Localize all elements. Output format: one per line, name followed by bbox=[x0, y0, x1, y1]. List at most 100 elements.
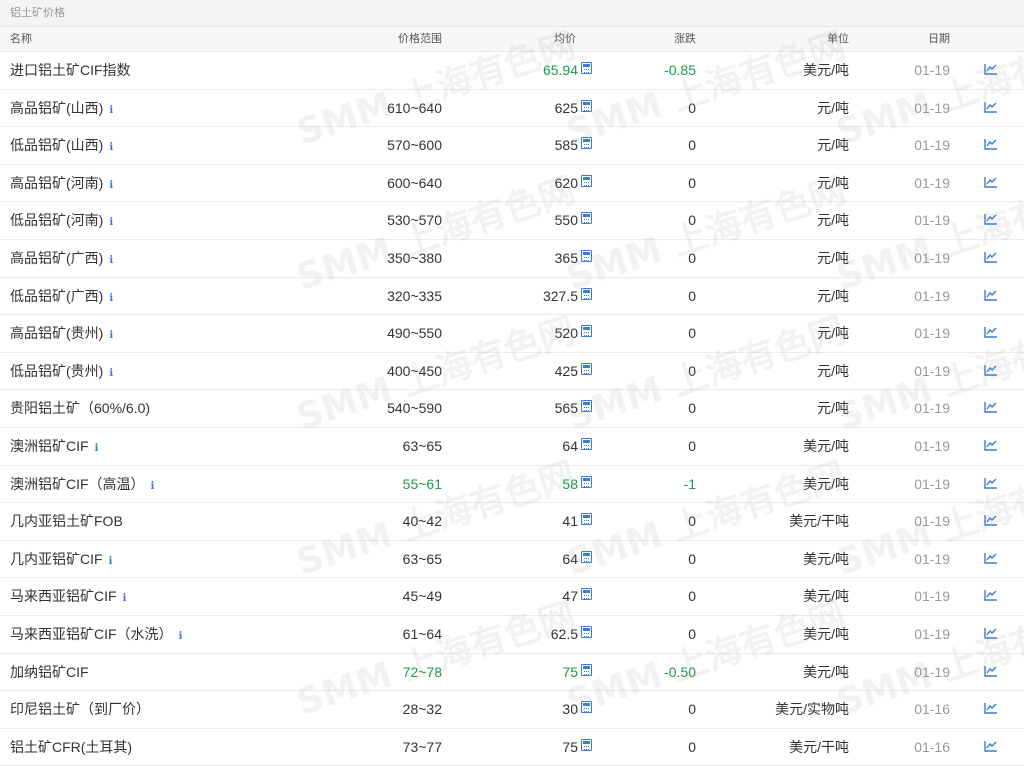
commodity-name-label[interactable]: 贵阳铝土矿（60%/6.0) bbox=[10, 400, 150, 416]
commodity-name-label[interactable]: 低品铝矿(河南) bbox=[10, 212, 103, 228]
calculator-icon[interactable] bbox=[581, 513, 592, 526]
table-row[interactable]: 澳洲铝矿CIF i 63~65 64 0 美元/吨 01-19 bbox=[0, 428, 1024, 466]
trend-chart-icon[interactable] bbox=[984, 165, 998, 202]
calculator-icon[interactable] bbox=[581, 400, 592, 413]
table-row[interactable]: 高品铝矿(山西) i 610~640 625 0 元/吨 01-19 bbox=[0, 90, 1024, 128]
commodity-name-label[interactable]: 低品铝矿(山西) bbox=[10, 137, 103, 153]
trend-chart-icon[interactable] bbox=[984, 353, 998, 390]
commodity-name-label[interactable]: 高品铝矿(河南) bbox=[10, 175, 103, 191]
table-row[interactable]: 印尼铝土矿（到厂价） 28~32 30 0 美元/实物吨 01-16 bbox=[0, 691, 1024, 729]
commodity-name[interactable]: 几内亚铝矿CIF i bbox=[10, 541, 112, 581]
calculator-icon[interactable] bbox=[581, 249, 592, 262]
info-icon[interactable]: i bbox=[109, 180, 113, 191]
table-row[interactable]: 马来西亚铝矿CIF（水洗） i 61~64 62.5 0 美元/吨 01-19 bbox=[0, 616, 1024, 654]
commodity-name[interactable]: 低品铝矿(河南) i bbox=[10, 202, 113, 242]
commodity-name[interactable]: 铝土矿CFR(土耳其) bbox=[10, 729, 132, 766]
trend-chart-icon[interactable] bbox=[984, 278, 998, 315]
calculator-icon[interactable] bbox=[581, 99, 592, 112]
calculator-icon[interactable] bbox=[581, 663, 592, 676]
commodity-name-label[interactable]: 低品铝矿(广西) bbox=[10, 288, 103, 304]
commodity-name-label[interactable]: 几内亚铝土矿FOB bbox=[10, 513, 123, 529]
info-icon[interactable]: i bbox=[109, 105, 113, 116]
commodity-name[interactable]: 马来西亚铝矿CIF i bbox=[10, 578, 126, 618]
commodity-name-label[interactable]: 进口铝土矿CIF指数 bbox=[10, 62, 131, 78]
trend-chart-icon[interactable] bbox=[984, 616, 998, 653]
commodity-name[interactable]: 澳洲铝矿CIF（高温） i bbox=[10, 466, 154, 506]
calculator-icon[interactable] bbox=[581, 588, 592, 601]
commodity-name-label[interactable]: 印尼铝土矿（到厂价） bbox=[10, 701, 150, 717]
commodity-name-label[interactable]: 马来西亚铝矿CIF bbox=[10, 588, 117, 604]
table-row[interactable]: 低品铝矿(贵州) i 400~450 425 0 元/吨 01-19 bbox=[0, 353, 1024, 391]
commodity-name[interactable]: 高品铝矿(山西) i bbox=[10, 90, 113, 130]
commodity-name-label[interactable]: 几内亚铝矿CIF bbox=[10, 551, 103, 567]
calculator-icon[interactable] bbox=[581, 475, 592, 488]
commodity-name-label[interactable]: 高品铝矿(贵州) bbox=[10, 325, 103, 341]
table-row[interactable]: 高品铝矿(河南) i 600~640 620 0 元/吨 01-19 bbox=[0, 165, 1024, 203]
calculator-icon[interactable] bbox=[581, 437, 592, 450]
commodity-name-label[interactable]: 高品铝矿(广西) bbox=[10, 250, 103, 266]
table-row[interactable]: 马来西亚铝矿CIF i 45~49 47 0 美元/吨 01-19 bbox=[0, 578, 1024, 616]
table-row[interactable]: 几内亚铝土矿FOB 40~42 41 0 美元/干吨 01-19 bbox=[0, 503, 1024, 541]
table-row[interactable]: 高品铝矿(广西) i 350~380 365 0 元/吨 01-19 bbox=[0, 240, 1024, 278]
commodity-name[interactable]: 低品铝矿(山西) i bbox=[10, 127, 113, 167]
commodity-name[interactable]: 低品铝矿(贵州) i bbox=[10, 353, 113, 393]
calculator-icon[interactable] bbox=[581, 287, 592, 300]
info-icon[interactable]: i bbox=[109, 217, 113, 228]
trend-chart-icon[interactable] bbox=[984, 541, 998, 578]
commodity-name[interactable]: 进口铝土矿CIF指数 bbox=[10, 52, 131, 89]
info-icon[interactable]: i bbox=[123, 593, 127, 604]
trend-chart-icon[interactable] bbox=[984, 90, 998, 127]
commodity-name-label[interactable]: 澳洲铝矿CIF bbox=[10, 438, 89, 454]
table-row[interactable]: 低品铝矿(山西) i 570~600 585 0 元/吨 01-19 bbox=[0, 127, 1024, 165]
trend-chart-icon[interactable] bbox=[984, 428, 998, 465]
table-row[interactable]: 低品铝矿(河南) i 530~570 550 0 元/吨 01-19 bbox=[0, 202, 1024, 240]
info-icon[interactable]: i bbox=[109, 255, 113, 266]
commodity-name[interactable]: 澳洲铝矿CIF i bbox=[10, 428, 98, 468]
table-row[interactable]: 加纳铝矿CIF 72~78 75 -0.50 美元/吨 01-19 bbox=[0, 654, 1024, 692]
commodity-name-label[interactable]: 马来西亚铝矿CIF（水洗） bbox=[10, 626, 173, 642]
table-row[interactable]: 进口铝土矿CIF指数 65.94 -0.85 美元/吨 01-19 bbox=[0, 52, 1024, 90]
commodity-name[interactable]: 高品铝矿(贵州) i bbox=[10, 315, 113, 355]
calculator-icon[interactable] bbox=[581, 212, 592, 225]
trend-chart-icon[interactable] bbox=[984, 52, 998, 89]
table-row[interactable]: 几内亚铝矿CIF i 63~65 64 0 美元/吨 01-19 bbox=[0, 541, 1024, 579]
calculator-icon[interactable] bbox=[581, 174, 592, 187]
trend-chart-icon[interactable] bbox=[984, 503, 998, 540]
commodity-name[interactable]: 印尼铝土矿（到厂价） bbox=[10, 691, 150, 728]
info-icon[interactable]: i bbox=[95, 443, 99, 454]
table-row[interactable]: 澳洲铝矿CIF（高温） i 55~61 58 -1 美元/吨 01-19 bbox=[0, 466, 1024, 504]
info-icon[interactable]: i bbox=[109, 368, 113, 379]
info-icon[interactable]: i bbox=[109, 556, 113, 567]
commodity-name[interactable]: 几内亚铝土矿FOB bbox=[10, 503, 123, 540]
calculator-icon[interactable] bbox=[581, 701, 592, 714]
table-row[interactable]: 贵阳铝土矿（60%/6.0) 540~590 565 0 元/吨 01-19 bbox=[0, 390, 1024, 428]
info-icon[interactable]: i bbox=[109, 142, 113, 153]
table-row[interactable]: 低品铝矿(广西) i 320~335 327.5 0 元/吨 01-19 bbox=[0, 278, 1024, 316]
commodity-name-label[interactable]: 铝土矿CFR(土耳其) bbox=[10, 739, 132, 755]
table-row[interactable]: 铝土矿CFR(土耳其) 73~77 75 0 美元/干吨 01-16 bbox=[0, 729, 1024, 766]
commodity-name-label[interactable]: 高品铝矿(山西) bbox=[10, 100, 103, 116]
calculator-icon[interactable] bbox=[581, 137, 592, 150]
calculator-icon[interactable] bbox=[581, 738, 592, 751]
calculator-icon[interactable] bbox=[581, 62, 592, 74]
calculator-icon[interactable] bbox=[581, 325, 592, 338]
trend-chart-icon[interactable] bbox=[984, 466, 998, 503]
commodity-name-label[interactable]: 澳洲铝矿CIF（高温） bbox=[10, 476, 145, 492]
trend-chart-icon[interactable] bbox=[984, 202, 998, 239]
info-icon[interactable]: i bbox=[151, 481, 155, 492]
commodity-name[interactable]: 贵阳铝土矿（60%/6.0) bbox=[10, 390, 150, 427]
commodity-name-label[interactable]: 加纳铝矿CIF bbox=[10, 664, 89, 680]
commodity-name-label[interactable]: 低品铝矿(贵州) bbox=[10, 363, 103, 379]
calculator-icon[interactable] bbox=[581, 362, 592, 375]
commodity-name[interactable]: 高品铝矿(河南) i bbox=[10, 165, 113, 205]
commodity-name[interactable]: 低品铝矿(广西) i bbox=[10, 278, 113, 318]
calculator-icon[interactable] bbox=[581, 550, 592, 563]
trend-chart-icon[interactable] bbox=[984, 240, 998, 277]
trend-chart-icon[interactable] bbox=[984, 390, 998, 427]
trend-chart-icon[interactable] bbox=[984, 127, 998, 164]
info-icon[interactable]: i bbox=[109, 330, 113, 341]
calculator-icon[interactable] bbox=[581, 625, 592, 638]
trend-chart-icon[interactable] bbox=[984, 729, 998, 766]
trend-chart-icon[interactable] bbox=[984, 578, 998, 615]
table-row[interactable]: 高品铝矿(贵州) i 490~550 520 0 元/吨 01-19 bbox=[0, 315, 1024, 353]
